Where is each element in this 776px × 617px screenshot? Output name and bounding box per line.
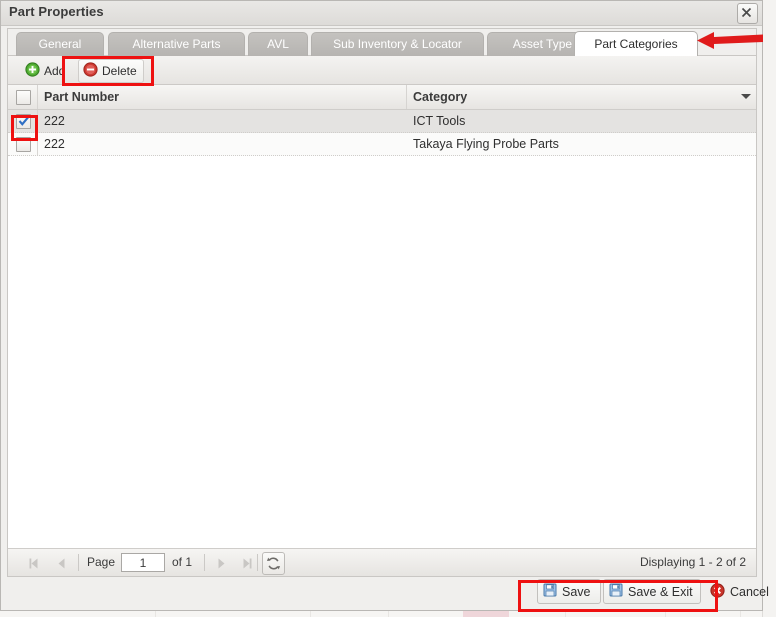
grid-header-row: Part Number Category [8,85,756,110]
grid-toolbar: Add Delete [8,56,756,85]
pager-separator [204,554,205,571]
page-input[interactable] [121,553,165,572]
floppy-disk-icon [543,583,557,600]
delete-button-label: Delete [102,64,137,78]
background-highlight-cell [463,610,509,617]
column-header-category[interactable]: Category [407,85,756,109]
select-all-checkbox[interactable] [16,90,31,105]
cell-category: Takaya Flying Probe Parts [413,137,559,151]
save-and-exit-button[interactable]: Save & Exit [603,579,701,604]
add-button[interactable]: Add [20,59,72,83]
next-page-icon[interactable] [211,553,232,574]
column-header-part-number[interactable]: Part Number [38,85,407,109]
last-page-icon[interactable] [236,553,257,574]
circle-minus-icon [83,62,98,80]
tab-general[interactable]: General [16,32,104,56]
tab-strip: General Alternative Parts AVL Sub Invent… [8,29,756,56]
select-all-header[interactable] [8,85,38,109]
refresh-icon[interactable] [262,552,285,575]
dialog-footer: Save Save & Exit Cancel [7,579,769,606]
table-row[interactable]: 222 Takaya Flying Probe Parts [8,133,756,156]
tab-avl[interactable]: AVL [248,32,308,56]
page-of-label: of 1 [172,555,193,569]
grid-pager: Page of 1 [8,548,756,576]
delete-button[interactable]: Delete [78,59,144,83]
part-properties-dialog: Part Properties General Alternative Part… [0,0,769,611]
tab-sub-inventory-locator[interactable]: Sub Inventory & Locator [311,32,484,56]
floppy-disk-icon [609,583,623,600]
pager-separator [257,554,258,571]
cancel-button-label: Cancel [730,584,769,599]
row-checkbox[interactable] [16,137,31,152]
triangle-down-icon[interactable] [741,94,751,99]
row-checkbox[interactable] [16,114,31,129]
prev-page-icon[interactable] [51,553,72,574]
close-icon[interactable] [737,3,758,24]
table-row[interactable]: 222 ICT Tools [8,110,756,133]
cell-part-number: 222 [44,137,65,151]
part-categories-panel: General Alternative Parts AVL Sub Invent… [7,28,757,577]
background-right-edge [762,0,776,617]
dialog-titlebar: Part Properties [1,1,762,26]
circle-plus-icon [25,62,40,80]
dialog-title: Part Properties [9,4,104,19]
save-button-label: Save [562,584,591,599]
add-button-label: Add [44,64,66,78]
cell-part-number: 222 [44,114,65,128]
save-button[interactable]: Save [537,579,601,604]
row-select-cell[interactable] [8,133,38,155]
save-and-exit-button-label: Save & Exit [628,584,693,599]
red-x-circle-icon [710,582,725,601]
red-arrow-left-icon [697,32,763,49]
page-label: Page [87,555,116,569]
cell-category: ICT Tools [413,114,466,128]
row-select-cell[interactable] [8,110,38,132]
pager-status: Displaying 1 - 2 of 2 [639,555,746,569]
first-page-icon[interactable] [24,553,45,574]
tab-alternative-parts[interactable]: Alternative Parts [108,32,245,56]
cancel-button[interactable]: Cancel [704,579,774,604]
tab-part-categories[interactable]: Part Categories [574,31,698,56]
pager-separator [78,554,79,571]
part-categories-grid: Part Number Category 222 ICT Tools 222 T… [8,85,756,548]
